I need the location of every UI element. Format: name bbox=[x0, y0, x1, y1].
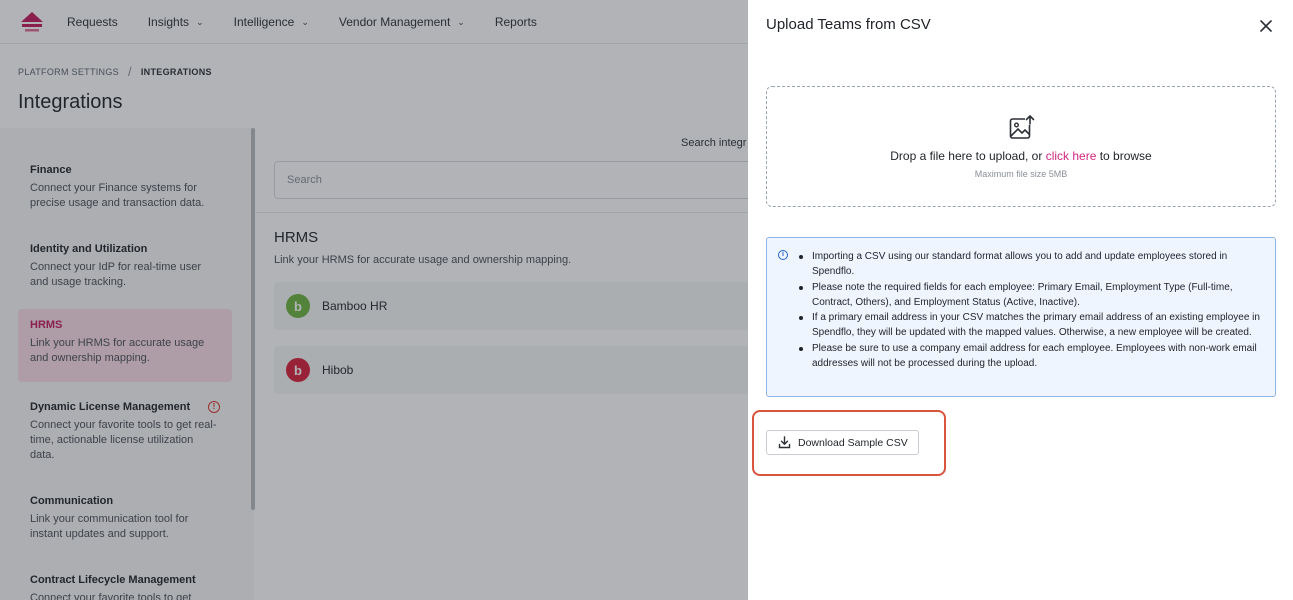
info-list-item: Please note the required fields for each… bbox=[798, 280, 1263, 311]
dropzone-text: Drop a file here to upload, or click her… bbox=[890, 149, 1152, 163]
info-list-item: If a primary email address in your CSV m… bbox=[798, 310, 1263, 341]
upload-csv-drawer: Upload Teams from CSV Drop a file here t… bbox=[748, 0, 1293, 600]
file-size-hint: Maximum file size 5MB bbox=[974, 169, 1068, 179]
info-list-item: Importing a CSV using our standard forma… bbox=[798, 249, 1263, 280]
browse-link[interactable]: click here bbox=[1046, 149, 1097, 163]
close-icon[interactable] bbox=[1256, 16, 1276, 36]
file-dropzone[interactable]: Drop a file here to upload, or click her… bbox=[766, 86, 1276, 207]
info-icon: i bbox=[778, 250, 788, 260]
drawer-title: Upload Teams from CSV bbox=[766, 16, 931, 33]
csv-info-box: i Importing a CSV using our standard for… bbox=[766, 237, 1276, 397]
info-list: Importing a CSV using our standard forma… bbox=[798, 249, 1263, 371]
download-sample-csv-button[interactable]: Download Sample CSV bbox=[766, 430, 919, 455]
image-upload-icon bbox=[1009, 114, 1035, 139]
download-icon bbox=[778, 436, 791, 449]
info-list-item: Please be sure to use a company email ad… bbox=[798, 341, 1263, 372]
